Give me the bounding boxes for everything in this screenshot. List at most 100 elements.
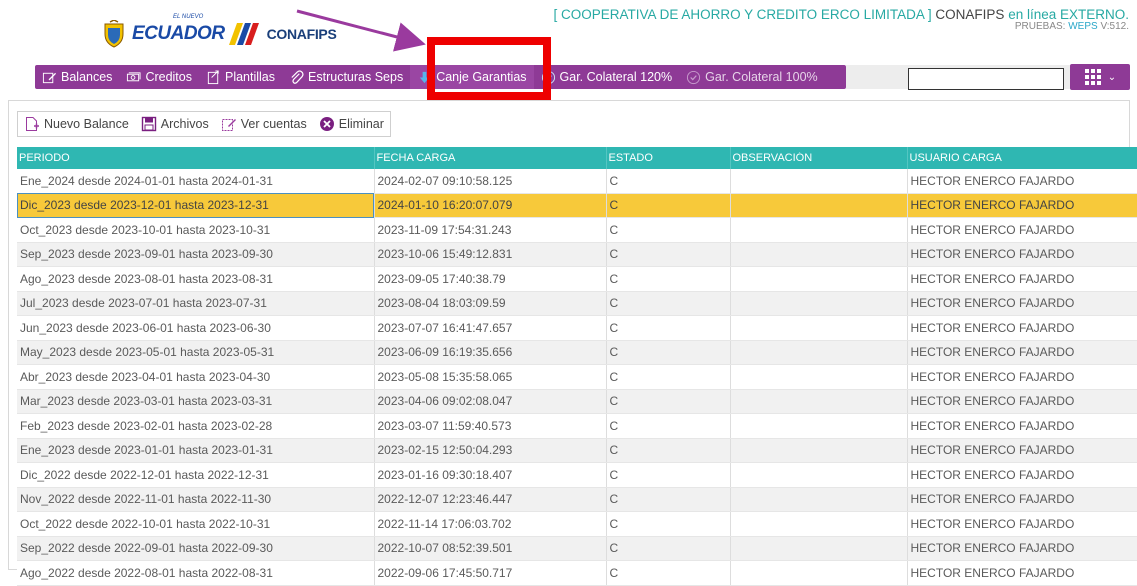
table-cell[interactable]: C <box>606 389 731 414</box>
table-row[interactable]: Sep_2022 desde 2022-09-01 hasta 2022-09-… <box>17 536 1137 561</box>
table-cell[interactable]: C <box>606 169 731 194</box>
table-cell[interactable]: HECTOR ENERCO FAJARDO <box>907 462 1137 488</box>
table-cell[interactable]: Feb_2023 desde 2023-02-01 hasta 2023-02-… <box>17 413 375 439</box>
table-cell[interactable]: C <box>606 242 731 267</box>
table-cell[interactable]: 2023-04-06 09:02:08.047 <box>374 389 607 414</box>
table-cell[interactable] <box>730 193 908 218</box>
column-header-usuario-carga[interactable]: USUARIO CARGA <box>907 147 1137 169</box>
column-header-periodo[interactable]: PERIODO <box>17 147 375 169</box>
table-row[interactable]: Dic_2023 desde 2023-12-01 hasta 2023-12-… <box>17 193 1137 218</box>
table-cell[interactable]: C <box>606 536 731 561</box>
table-row[interactable]: Sep_2023 desde 2023-09-01 hasta 2023-09-… <box>17 242 1137 267</box>
table-cell[interactable] <box>730 217 908 243</box>
table-row[interactable]: Ene_2023 desde 2023-01-01 hasta 2023-01-… <box>17 438 1137 463</box>
table-row[interactable]: Jul_2023 desde 2023-07-01 hasta 2023-07-… <box>17 291 1137 316</box>
table-cell[interactable]: 2022-09-06 17:45:50.717 <box>374 560 607 586</box>
table-cell[interactable]: Abr_2023 desde 2023-04-01 hasta 2023-04-… <box>17 364 375 390</box>
toolbar-plantillas[interactable]: Plantillas <box>199 65 282 89</box>
toolbar-balances[interactable]: Balances <box>35 65 119 89</box>
table-cell[interactable]: HECTOR ENERCO FAJARDO <box>907 169 1137 194</box>
table-cell[interactable]: Sep_2023 desde 2023-09-01 hasta 2023-09-… <box>17 242 375 267</box>
table-cell[interactable]: Jun_2023 desde 2023-06-01 hasta 2023-06-… <box>17 315 375 341</box>
table-cell[interactable]: Sep_2022 desde 2022-09-01 hasta 2022-09-… <box>17 536 375 561</box>
table-cell[interactable]: HECTOR ENERCO FAJARDO <box>907 364 1137 390</box>
toolbar-creditos[interactable]: Creditos <box>119 65 199 89</box>
table-cell[interactable]: 2023-06-09 16:19:35.656 <box>374 340 607 365</box>
table-cell[interactable]: 2023-01-16 09:30:18.407 <box>374 462 607 488</box>
table-cell[interactable]: HECTOR ENERCO FAJARDO <box>907 487 1137 512</box>
table-cell[interactable]: C <box>606 315 731 341</box>
table-row[interactable]: Abr_2023 desde 2023-04-01 hasta 2023-04-… <box>17 364 1137 390</box>
table-cell[interactable]: HECTOR ENERCO FAJARDO <box>907 340 1137 365</box>
env-link[interactable]: WEPS <box>1068 21 1097 32</box>
table-cell[interactable] <box>730 340 908 365</box>
table-cell[interactable]: 2024-01-10 16:20:07.079 <box>374 193 607 218</box>
toolbar-gar-colateral-120[interactable]: Gar. Colateral 120% <box>534 65 680 89</box>
table-cell[interactable] <box>730 487 908 512</box>
table-cell[interactable]: C <box>606 462 731 488</box>
table-cell[interactable]: HECTOR ENERCO FAJARDO <box>907 413 1137 439</box>
column-header-observacion[interactable]: OBSERVACIÓN <box>730 147 908 169</box>
table-row[interactable]: Oct_2022 desde 2022-10-01 hasta 2022-10-… <box>17 511 1137 537</box>
table-cell[interactable]: Dic_2023 desde 2023-12-01 hasta 2023-12-… <box>17 193 375 218</box>
toolbar-estructuras-seps[interactable]: Estructuras Seps <box>282 65 410 89</box>
table-row[interactable]: Feb_2023 desde 2023-02-01 hasta 2023-02-… <box>17 413 1137 439</box>
new-balance-button[interactable]: Nuevo Balance <box>24 116 129 132</box>
table-cell[interactable]: C <box>606 364 731 390</box>
table-cell[interactable]: Nov_2022 desde 2022-11-01 hasta 2022-11-… <box>17 487 375 512</box>
table-cell[interactable]: C <box>606 487 731 512</box>
table-row[interactable]: May_2023 desde 2023-05-01 hasta 2023-05-… <box>17 340 1137 365</box>
table-cell[interactable] <box>730 511 908 537</box>
table-cell[interactable]: Dic_2022 desde 2022-12-01 hasta 2022-12-… <box>17 462 375 488</box>
table-cell[interactable]: 2023-11-09 17:54:31.243 <box>374 217 607 243</box>
table-cell[interactable]: HECTOR ENERCO FAJARDO <box>907 536 1137 561</box>
table-cell[interactable]: C <box>606 340 731 365</box>
table-cell[interactable]: HECTOR ENERCO FAJARDO <box>907 389 1137 414</box>
table-cell[interactable]: Ene_2023 desde 2023-01-01 hasta 2023-01-… <box>17 438 375 463</box>
table-cell[interactable]: HECTOR ENERCO FAJARDO <box>907 193 1137 218</box>
table-cell[interactable]: HECTOR ENERCO FAJARDO <box>907 438 1137 463</box>
table-cell[interactable]: C <box>606 413 731 439</box>
table-cell[interactable]: HECTOR ENERCO FAJARDO <box>907 217 1137 243</box>
table-cell[interactable]: C <box>606 560 731 586</box>
search-input[interactable] <box>908 68 1064 90</box>
table-cell[interactable]: 2023-02-15 12:50:04.293 <box>374 438 607 463</box>
view-accounts-button[interactable]: Ver cuentas <box>221 116 307 132</box>
toolbar-gar-colateral-100[interactable]: Gar. Colateral 100% <box>679 65 825 89</box>
table-row[interactable]: Nov_2022 desde 2022-11-01 hasta 2022-11-… <box>17 487 1137 512</box>
table-cell[interactable]: Ago_2023 desde 2023-08-01 hasta 2023-08-… <box>17 266 375 292</box>
table-cell[interactable]: 2023-05-08 15:35:58.065 <box>374 364 607 390</box>
archives-button[interactable]: Archivos <box>141 116 209 132</box>
table-cell[interactable] <box>730 560 908 586</box>
table-cell[interactable]: May_2023 desde 2023-05-01 hasta 2023-05-… <box>17 340 375 365</box>
column-header-estado[interactable]: ESTADO <box>606 147 731 169</box>
table-cell[interactable]: 2022-11-14 17:06:03.702 <box>374 511 607 537</box>
delete-button[interactable]: Eliminar <box>319 116 384 132</box>
table-cell[interactable]: 2022-10-07 08:52:39.501 <box>374 536 607 561</box>
column-header-fecha-carga[interactable]: FECHA CARGA <box>374 147 607 169</box>
table-cell[interactable]: Ene_2024 desde 2024-01-01 hasta 2024-01-… <box>17 169 375 194</box>
table-cell[interactable]: 2023-03-07 11:59:40.573 <box>374 413 607 439</box>
table-cell[interactable] <box>730 169 908 194</box>
table-cell[interactable]: HECTOR ENERCO FAJARDO <box>907 266 1137 292</box>
table-cell[interactable]: HECTOR ENERCO FAJARDO <box>907 511 1137 537</box>
table-cell[interactable] <box>730 315 908 341</box>
table-cell[interactable]: C <box>606 266 731 292</box>
table-cell[interactable] <box>730 291 908 316</box>
table-cell[interactable]: Oct_2022 desde 2022-10-01 hasta 2022-10-… <box>17 511 375 537</box>
table-cell[interactable] <box>730 413 908 439</box>
table-cell[interactable]: C <box>606 193 731 218</box>
table-cell[interactable]: 2024-02-07 09:10:58.125 <box>374 169 607 194</box>
table-row[interactable]: Ene_2024 desde 2024-01-01 hasta 2024-01-… <box>17 169 1137 194</box>
apps-menu-button[interactable]: ⌄ <box>1070 64 1130 90</box>
table-cell[interactable] <box>730 266 908 292</box>
table-cell[interactable]: 2023-08-04 18:03:09.59 <box>374 291 607 316</box>
table-cell[interactable] <box>730 242 908 267</box>
table-row[interactable]: Mar_2023 desde 2023-03-01 hasta 2023-03-… <box>17 389 1137 414</box>
table-cell[interactable]: Mar_2023 desde 2023-03-01 hasta 2023-03-… <box>17 389 375 414</box>
table-cell[interactable] <box>730 389 908 414</box>
table-row[interactable]: Oct_2023 desde 2023-10-01 hasta 2023-10-… <box>17 217 1137 243</box>
table-cell[interactable]: C <box>606 511 731 537</box>
table-cell[interactable]: HECTOR ENERCO FAJARDO <box>907 315 1137 341</box>
table-cell[interactable]: 2023-09-05 17:40:38.79 <box>374 266 607 292</box>
